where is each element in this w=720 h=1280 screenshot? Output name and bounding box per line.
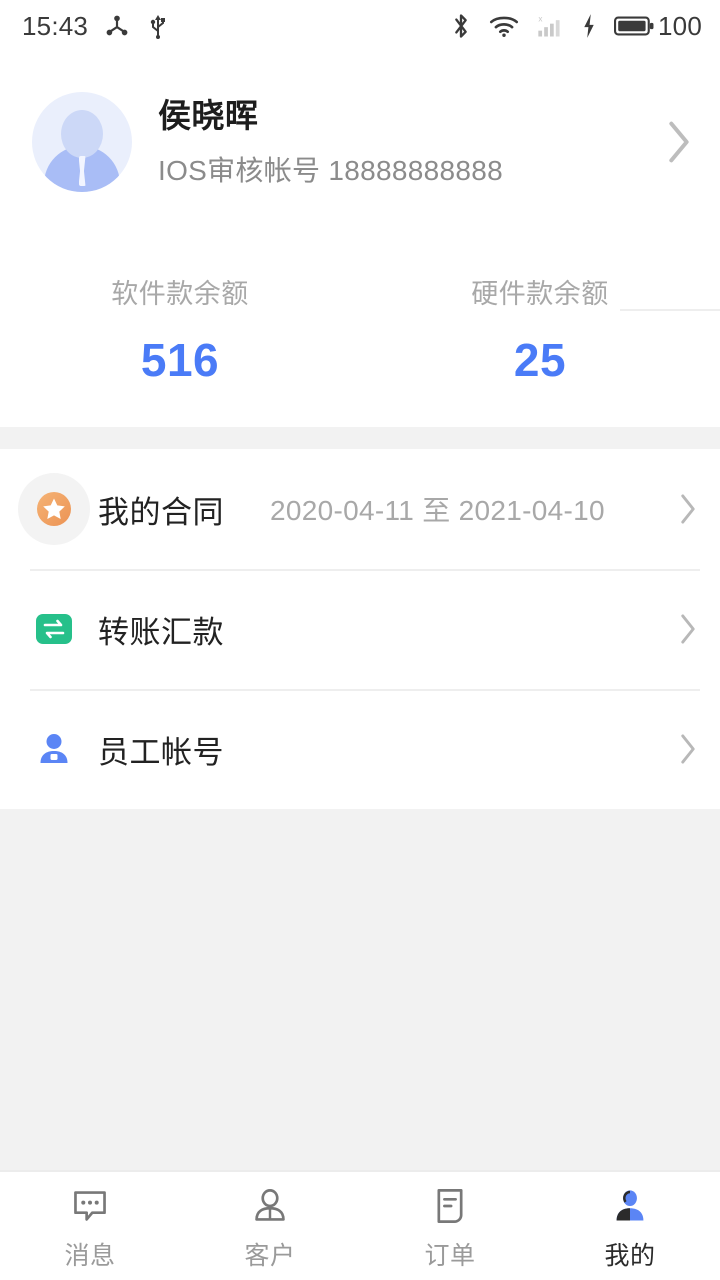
tab-orders[interactable]: 订单 — [360, 1172, 540, 1280]
balance-value: 25 — [513, 334, 567, 386]
balance-label: 软件款余额 — [111, 279, 249, 309]
chevron-right-icon[interactable] — [678, 732, 698, 766]
tab-label: 我的 — [604, 1242, 656, 1270]
menu-list: 我的合同 2020-04-11 至 2021-04-10 转账汇款 员工帐号 — [0, 449, 720, 809]
order-icon — [431, 1186, 469, 1226]
battery-icon — [614, 15, 654, 37]
bottom-tab-bar: 消息 客户 订单 我的 — [0, 1170, 720, 1280]
tab-profile[interactable]: 我的 — [540, 1172, 720, 1280]
chevron-right-icon[interactable] — [678, 612, 698, 646]
tab-label: 客户 — [244, 1242, 296, 1270]
balance-value: 516 — [140, 334, 220, 386]
balance-hardware[interactable]: 硬件款余额 25 — [360, 232, 720, 427]
svg-text:x: x — [538, 14, 542, 23]
chevron-right-icon[interactable] — [678, 492, 698, 526]
balance-software[interactable]: 软件款余额 516 — [0, 232, 360, 427]
profile-row[interactable]: 侯晓晖 IOS审核帐号 18888888888 — [0, 52, 720, 311]
battery-level: 100 — [658, 10, 702, 41]
menu-item-my-contract[interactable]: 我的合同 2020-04-11 至 2021-04-10 — [0, 449, 720, 569]
tab-customers[interactable]: 客户 — [180, 1172, 360, 1280]
message-icon — [71, 1186, 109, 1226]
debug-share-icon — [104, 13, 130, 39]
profile-name: 侯晓晖 — [158, 97, 259, 135]
menu-item-employee-account[interactable]: 员工帐号 — [0, 689, 720, 809]
status-bar: 15:43 x 100 — [0, 0, 720, 52]
signal-icon: x — [536, 13, 564, 39]
menu-item-label: 员工帐号 — [98, 734, 224, 770]
page-background — [0, 809, 720, 1170]
section-spacer — [0, 427, 720, 449]
tab-label: 消息 — [64, 1242, 116, 1270]
tab-messages[interactable]: 消息 — [0, 1172, 180, 1280]
status-bar-left: 15:43 — [22, 11, 170, 42]
usb-icon — [146, 13, 170, 39]
star-badge-icon — [18, 473, 90, 545]
app-screen: 15:43 x 100 侯晓晖 IOS审核帐号 18888888888 软件款余… — [0, 0, 720, 1280]
chevron-right-icon[interactable] — [666, 119, 692, 165]
avatar — [32, 92, 132, 192]
bluetooth-icon — [450, 12, 472, 40]
transfer-icon — [30, 605, 78, 653]
tab-label: 订单 — [424, 1242, 476, 1270]
employee-icon — [30, 725, 78, 773]
customer-icon — [251, 1186, 289, 1226]
profile-card: 侯晓晖 IOS审核帐号 18888888888 软件款余额 516 硬件款余额 … — [0, 52, 720, 427]
profile-icon — [611, 1186, 649, 1226]
profile-subtitle: IOS审核帐号 18888888888 — [158, 154, 504, 186]
wifi-icon — [489, 14, 519, 38]
profile-text: 侯晓晖 IOS审核帐号 18888888888 — [158, 95, 503, 188]
balance-row: 软件款余额 516 硬件款余额 25 — [0, 232, 720, 427]
menu-item-transfer[interactable]: 转账汇款 — [0, 569, 720, 689]
charging-icon — [581, 13, 597, 39]
menu-item-label: 转账汇款 — [98, 614, 224, 650]
balance-label: 硬件款余额 — [471, 279, 609, 309]
status-bar-right: x 100 — [433, 11, 702, 42]
avatar-head — [61, 110, 103, 158]
status-time: 15:43 — [22, 10, 89, 41]
menu-item-value: 2020-04-11 至 2021-04-10 — [270, 495, 605, 526]
header-divider — [620, 309, 720, 311]
menu-item-label: 我的合同 — [98, 494, 224, 530]
